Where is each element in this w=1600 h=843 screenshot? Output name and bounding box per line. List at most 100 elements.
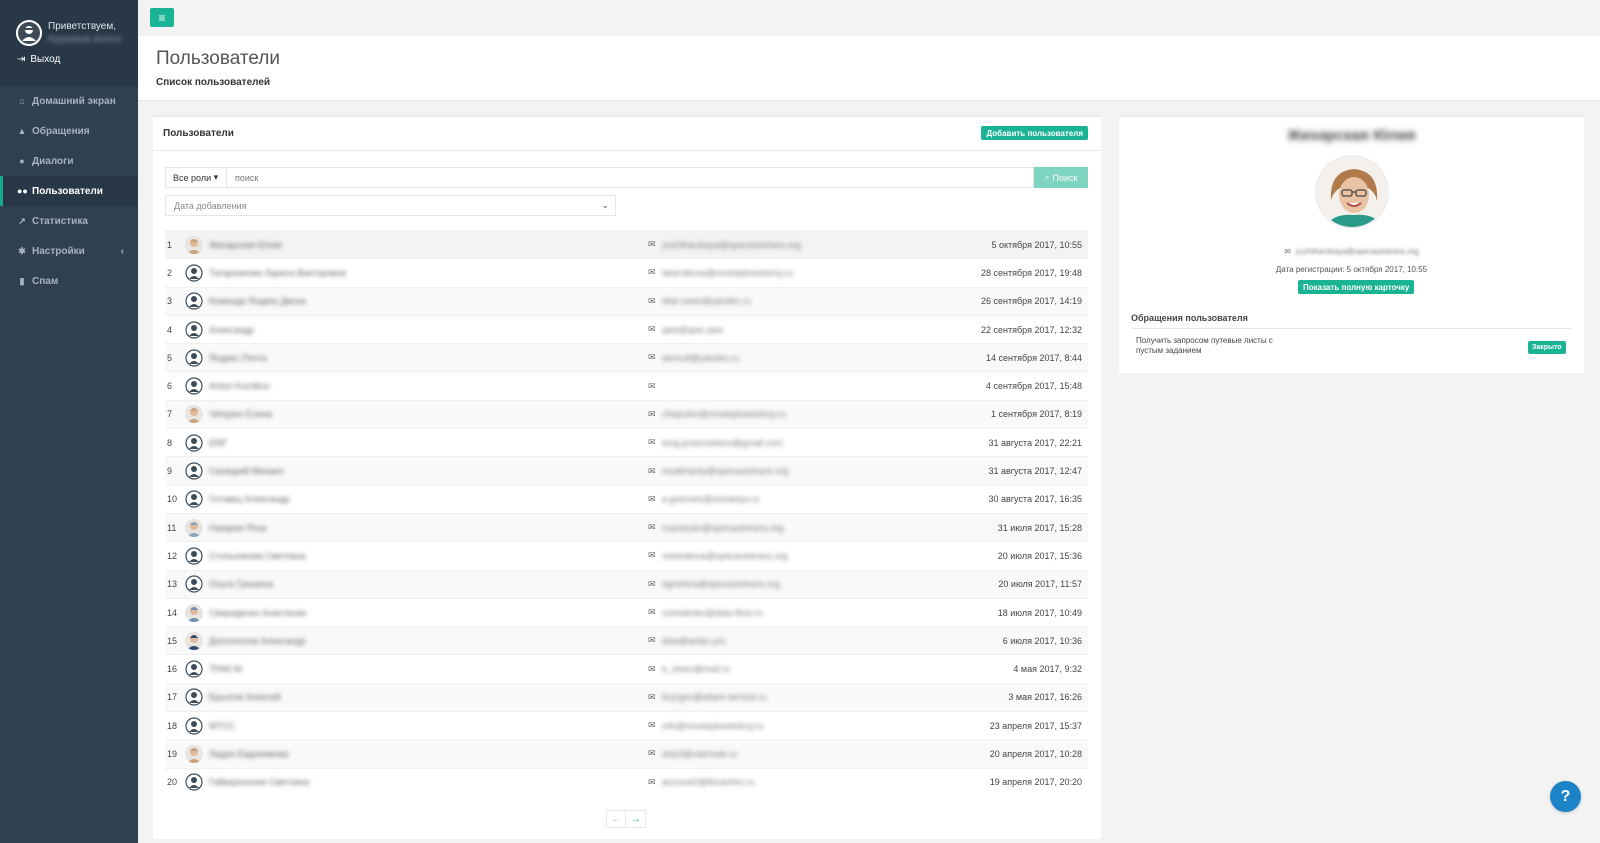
- user-added-date: 20 апреля 2017, 10:28: [989, 748, 1082, 759]
- user-email: devnull@yandex.ru: [662, 352, 740, 363]
- user-name[interactable]: Назарян Роза: [209, 523, 644, 533]
- table-row[interactable]: 5 Яндекс.Почта ✉ devnull@yandex.ru 14 сентяб…: [165, 343, 1088, 372]
- envelope-icon: ✉: [648, 437, 656, 448]
- sidebar-item-label: Домашний экран: [32, 95, 116, 107]
- show-full-card-button[interactable]: Показать полную карточку: [1298, 280, 1415, 294]
- avatar: [185, 292, 203, 311]
- sidebar-item-settings[interactable]: ✱ Настройки ‹: [0, 236, 138, 266]
- date-filter-select[interactable]: Дата добавления ⌄: [165, 195, 616, 216]
- help-button[interactable]: ?: [1550, 781, 1581, 812]
- user-name[interactable]: Anton Kurnikov: [209, 381, 644, 391]
- table-row[interactable]: 17 Брызгов Алексей ✉ bryzgov@atlant-service…: [165, 682, 1088, 712]
- sidebar-item-requests[interactable]: ▲ Обращения: [0, 116, 138, 146]
- table-row[interactable]: 9 Сахацкий Михаил ✉ msakhacky@specautotrans…: [165, 456, 1088, 485]
- page-title: Пользователи: [156, 48, 281, 69]
- table-row[interactable]: 2 Татарникова Лариса Викторовна ✉ tatarniko…: [165, 258, 1088, 286]
- user-name[interactable]: Лидия Евдокимова: [209, 749, 644, 759]
- table-row[interactable]: 12 Стольникова Светлана ✉ sstolnikova@speca…: [165, 541, 1088, 569]
- table-row[interactable]: 18 МТСС ✉ info@mosteplosetstroy.ru 23 апреля…: [165, 711, 1088, 739]
- user-name[interactable]: Жихарская Юлия: [209, 240, 644, 250]
- user-email: sstolnikova@specautotrans.org: [662, 550, 788, 561]
- user-name[interactable]: Стольникова Светлана: [209, 551, 644, 561]
- user-name[interactable]: Сахацкий Михаил: [209, 466, 644, 476]
- users-table: 1 Жихарская Юлия ✉ yuzhiharskaya@specautotr…: [165, 230, 1088, 796]
- user-name[interactable]: Чепурко Елена: [209, 409, 644, 419]
- table-row[interactable]: 20 Гайворонская Светлана ✉ account2@florach…: [165, 767, 1088, 796]
- menu-toggle-button[interactable]: ≡: [150, 8, 174, 27]
- row-number: 18: [167, 720, 178, 731]
- table-row[interactable]: 8 EMГ ✉ emg.proizvodstvo@gmail.com 31 август…: [165, 428, 1088, 456]
- user-added-date: 14 сентября 2017, 8:44: [986, 352, 1082, 363]
- table-row[interactable]: 13 Ольга Гришина ✉ ogrishina@specautotrans.…: [165, 569, 1088, 598]
- table-row[interactable]: 3 Команда Яндекс.Диска ✉ disk-news@yandex.r…: [165, 286, 1088, 315]
- user-name[interactable]: Яндекс.Почта: [209, 353, 644, 363]
- user-email: bryzgov@atlant-service.ru: [662, 692, 767, 703]
- user-name[interactable]: Александр: [209, 325, 644, 335]
- user-email: emg.proizvodstvo@gmail.com: [662, 437, 783, 448]
- sidebar-nav: ⌂ Домашний экран ▲ Обращения ● Диалоги ●● По…: [0, 86, 138, 296]
- pager-next-button[interactable]: →: [626, 810, 646, 828]
- home-icon: ⌂: [19, 96, 25, 106]
- user-name[interactable]: Гайворонская Светлана: [209, 777, 644, 787]
- envelope-icon: ✉: [648, 239, 656, 250]
- roles-dropdown[interactable]: Все роли ▾: [165, 167, 227, 188]
- user-added-date: 1 сентября 2017, 8:19: [991, 409, 1082, 420]
- user-name[interactable]: МТСС: [209, 721, 644, 731]
- user-email: disk-news@yandex.ru: [662, 296, 751, 307]
- user-name[interactable]: Брызгов Алексей: [209, 692, 644, 702]
- user-added-date: 3 мая 2017, 16:26: [1008, 692, 1082, 703]
- user-email: dola@arilan.pro: [662, 635, 726, 646]
- avatar: [185, 575, 203, 594]
- pager-prev-button[interactable]: ←: [606, 810, 626, 828]
- profile-block: Приветствуем, Курников Антон ⇥ Выход: [0, 0, 138, 86]
- page-heading: Пользователи Список пользователей: [138, 36, 1600, 101]
- ticket-link[interactable]: Получить запросом путевые листы с пустым…: [1136, 336, 1296, 356]
- user-name[interactable]: Свириденко Анастасия: [209, 608, 644, 618]
- chevron-down-icon: ⌄: [601, 200, 609, 210]
- sidebar-item-statistics[interactable]: ↗ Статистика: [0, 206, 138, 236]
- user-name[interactable]: Татарникова Лариса Викторовна: [209, 268, 644, 278]
- sidebar: Приветствуем, Курников Антон ⇥ Выход ⌂ До…: [0, 0, 138, 843]
- sidebar-item-users[interactable]: ●● Пользователи: [0, 176, 138, 206]
- user-added-date: 18 июля 2017, 10:49: [997, 607, 1082, 618]
- table-row[interactable]: 11 Назарян Роза ✉ rnazaryan@specautotrans.o…: [165, 512, 1088, 542]
- sidebar-item-home[interactable]: ⌂ Домашний экран: [0, 86, 138, 116]
- search-button[interactable]: ⌕ Поиск: [1034, 167, 1088, 188]
- sidebar-item-spam[interactable]: ▮ Спам: [0, 266, 138, 296]
- user-name[interactable]: Долгополов Александр: [209, 636, 644, 646]
- table-row[interactable]: 1 Жихарская Юлия ✉ yuzhiharskaya@specautotr…: [165, 230, 1088, 259]
- gear-icon: ✱: [18, 245, 26, 256]
- user-name[interactable]: EMГ: [209, 438, 644, 448]
- table-row[interactable]: 6 Anton Kurnikov ✉ 4 сентября 2017, 15:48: [165, 371, 1088, 399]
- avatar: [185, 462, 203, 481]
- sidebar-item-label: Пользователи: [32, 185, 103, 197]
- table-row[interactable]: 10 Готовец Александр ✉ a.gotovets@socialsys…: [165, 484, 1088, 513]
- add-user-button[interactable]: Добавить пользователя: [981, 126, 1088, 140]
- row-number: 14: [167, 607, 178, 618]
- search-button-label: Поиск: [1052, 172, 1078, 183]
- table-row[interactable]: 14 Свириденко Анастасия ✉ sviredenko@data-f…: [165, 597, 1088, 626]
- table-row[interactable]: 15 Долгополов Александр ✉ dola@arilan.pro 6 …: [165, 626, 1088, 655]
- avatar[interactable]: [16, 20, 42, 46]
- detail-name: Жихарская Юлия: [1287, 127, 1416, 144]
- row-number: 13: [167, 579, 178, 590]
- user-name[interactable]: Команда Яндекс.Диска: [209, 296, 644, 306]
- avatar: [185, 660, 203, 679]
- user-name[interactable]: ТРАК-М: [209, 664, 644, 674]
- user-name[interactable]: Ольга Гришина: [209, 579, 644, 589]
- user-name[interactable]: Готовец Александр: [209, 494, 644, 504]
- sidebar-item-label: Спам: [32, 275, 59, 287]
- table-row[interactable]: 16 ТРАК-М ✉ e_shem@mail.ru 4 мая 2017, 9:32: [165, 654, 1088, 682]
- table-row[interactable]: 7 Чепурко Елена ✉ chepurko@mosteplosetstroy…: [165, 399, 1088, 429]
- avatar: [185, 320, 203, 339]
- sidebar-item-dialogs[interactable]: ● Диалоги: [0, 146, 138, 176]
- user-email: tatarnikova@mosteplosetstroy.ru: [662, 267, 794, 278]
- user-email: account2@florachim.ru: [662, 777, 755, 788]
- table-row[interactable]: 19 Лидия Евдокимова ✉ disp3@satmoek.ru 20 ап…: [165, 739, 1088, 768]
- table-row[interactable]: 4 Александр ✉ qwe@qwe.qwe 22 сентября 2017, …: [165, 314, 1088, 343]
- logout-link[interactable]: ⇥ Выход: [17, 54, 60, 65]
- envelope-icon: ✉: [648, 465, 656, 476]
- username-text: Курников Антон: [48, 34, 122, 45]
- ticket-status-badge: Закрыто: [1528, 341, 1566, 354]
- search-input[interactable]: [227, 167, 1034, 188]
